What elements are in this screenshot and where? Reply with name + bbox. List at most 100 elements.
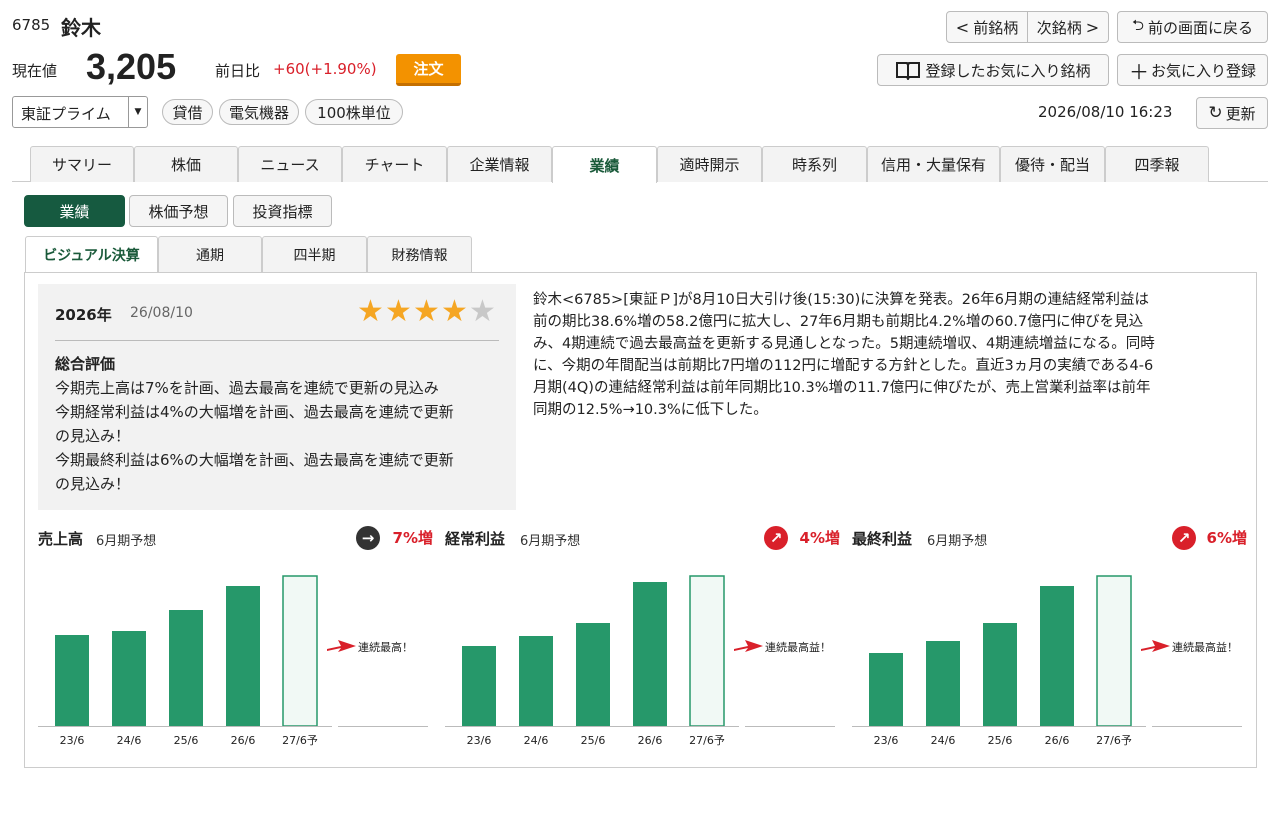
tab-visual-results[interactable]: ビジュアル決算 bbox=[25, 236, 158, 273]
x-tick-label: 23/6 bbox=[874, 734, 899, 747]
chart-change: 4%増 bbox=[799, 529, 840, 547]
article-line: み、4期連続で過去最高益を更新する見通しとなった。5期連続増収、4期連続増益にな… bbox=[533, 336, 1155, 352]
tab-quarter[interactable]: 四半期 bbox=[262, 236, 367, 272]
arrow-up-right-icon: ↗ bbox=[1172, 526, 1196, 550]
star-icon: ★ bbox=[413, 294, 440, 329]
tab-full-year[interactable]: 通期 bbox=[158, 236, 262, 272]
bar bbox=[462, 646, 496, 726]
timestamp: 2026/08/10 16:23 bbox=[1038, 103, 1173, 121]
chart-title: 売上高 bbox=[38, 530, 84, 548]
x-tick-label: 27/6予 bbox=[282, 734, 318, 747]
star-icon: ★ bbox=[441, 294, 468, 329]
subtab-indicators[interactable]: 投資指標 bbox=[233, 195, 332, 227]
summary-year: 2026年 bbox=[55, 306, 112, 324]
tab-price[interactable]: 株価 bbox=[134, 146, 238, 182]
star-icon: ★ bbox=[357, 294, 384, 329]
article-line: 前の期比38.6%増の58.2億円に拡大し、27年6月期も前期比4.2%増の60… bbox=[533, 314, 1144, 330]
chart-sales: 売上高 6月期予想 → 7%増 23/6 24/6 25/6 26/6 27/6予 連続最… bbox=[38, 524, 433, 754]
watchlist-button[interactable]: 登録したお気に入り銘柄 bbox=[877, 54, 1109, 86]
x-tick-label: 24/6 bbox=[524, 734, 549, 747]
x-tick-label: 23/6 bbox=[467, 734, 492, 747]
arrow-up-right-icon: ↗ bbox=[764, 526, 788, 550]
price-label: 現在値 bbox=[12, 62, 58, 80]
bar bbox=[926, 641, 960, 726]
tab-news[interactable]: ニュース bbox=[238, 146, 342, 182]
chart-ordinary-profit-svg: 23/6 24/6 25/6 26/6 27/6予 連続最高益！ bbox=[445, 575, 835, 747]
forecast-bar bbox=[1096, 575, 1132, 727]
back-button[interactable]: ⮌ 前の画面に戻る bbox=[1117, 11, 1268, 43]
refresh-label: 更新 bbox=[1225, 104, 1256, 123]
chevron-down-icon: ▼ bbox=[128, 97, 147, 127]
subtab-forecast[interactable]: 株価予想 bbox=[129, 195, 228, 227]
chart-title: 経常利益 bbox=[445, 530, 506, 548]
arrow-right-icon: → bbox=[356, 526, 380, 550]
refresh-icon: ↻ bbox=[1208, 103, 1223, 123]
x-tick-label: 24/6 bbox=[931, 734, 956, 747]
change-label: 前日比 bbox=[215, 62, 261, 80]
x-tick-label: 26/6 bbox=[1045, 734, 1070, 747]
prev-stock-button[interactable]: < 前銘柄 bbox=[946, 11, 1028, 43]
red-arrow-icon bbox=[1141, 640, 1170, 652]
chart-subtitle: 6月期予想 bbox=[96, 534, 157, 549]
chart-net-profit-svg: 23/6 24/6 25/6 26/6 27/6予 連続最高益！ bbox=[852, 575, 1242, 747]
chart-sales-svg: 23/6 24/6 25/6 26/6 27/6予 連続最高！ bbox=[38, 575, 428, 747]
chevron-left-icon: < bbox=[955, 17, 970, 37]
chart-subtitle: 6月期予想 bbox=[520, 534, 581, 549]
chart-change: 7%増 bbox=[392, 529, 433, 547]
market-select[interactable]: 東証プライム ▼ bbox=[12, 96, 148, 128]
book-icon bbox=[895, 60, 921, 82]
summary-line: 今期最終利益は6%の大幅増を計画、過去最高を連続で更新 bbox=[55, 451, 454, 469]
add-favorite-button[interactable]: ＋ お気に入り登録 bbox=[1117, 54, 1268, 86]
tab-margin[interactable]: 信用・大量保有 bbox=[867, 146, 1000, 182]
summary-divider bbox=[55, 340, 499, 341]
tab-dividend[interactable]: 優待・配当 bbox=[1000, 146, 1105, 182]
tag-industry: 電気機器 bbox=[219, 99, 299, 125]
chart-header: 売上高 6月期予想 → 7%増 bbox=[38, 524, 433, 552]
article-line: 鈴木<6785>[東証Ｐ]が8月10日大引け後(15:30)に決算を発表。26年… bbox=[533, 292, 1149, 308]
tab-disclosure[interactable]: 適時開示 bbox=[657, 146, 762, 182]
bar bbox=[869, 653, 903, 726]
x-tick-label: 25/6 bbox=[581, 734, 606, 747]
bar bbox=[1040, 586, 1074, 726]
subtab-earnings[interactable]: 業績 bbox=[24, 195, 125, 227]
x-tick-label: 27/6予 bbox=[689, 734, 725, 747]
forecast-bar bbox=[689, 575, 725, 727]
tab-company[interactable]: 企業情報 bbox=[447, 146, 552, 182]
bar bbox=[576, 623, 610, 726]
tab-quarterly-report[interactable]: 四季報 bbox=[1105, 146, 1209, 182]
watchlist-label: 登録したお気に入り銘柄 bbox=[925, 61, 1091, 80]
refresh-button[interactable]: ↻ 更新 bbox=[1196, 97, 1268, 129]
summary-line: の見込み！ bbox=[55, 475, 131, 493]
back-label: 前の画面に戻る bbox=[1148, 18, 1254, 37]
summary-heading: 総合評価 bbox=[55, 355, 116, 373]
bar bbox=[983, 623, 1017, 726]
star-icon: ★ bbox=[385, 294, 412, 329]
tab-timeseries[interactable]: 時系列 bbox=[762, 146, 867, 182]
chart-title: 最終利益 bbox=[852, 530, 913, 548]
return-icon: ⮌ bbox=[1131, 15, 1144, 34]
plus-icon: ＋ bbox=[1128, 59, 1149, 84]
chart-annotation: 連続最高益！ bbox=[1172, 640, 1238, 654]
next-stock-label: 次銘柄 bbox=[1036, 18, 1082, 37]
bar bbox=[633, 582, 667, 726]
tab-financials[interactable]: 財務情報 bbox=[367, 236, 472, 272]
tab-chart[interactable]: チャート bbox=[342, 146, 447, 182]
order-button[interactable]: 注文 bbox=[396, 54, 461, 86]
prev-stock-label: 前銘柄 bbox=[973, 18, 1019, 37]
red-arrow-icon bbox=[327, 640, 356, 652]
tag-unit: 100株単位 bbox=[305, 99, 403, 125]
star-empty-icon: ★ bbox=[469, 294, 496, 329]
next-stock-button[interactable]: 次銘柄 > bbox=[1027, 11, 1109, 43]
chart-header: 最終利益 6月期予想 ↗ 6%増 bbox=[852, 524, 1247, 552]
tab-summary[interactable]: サマリー bbox=[30, 146, 134, 182]
bar bbox=[169, 610, 203, 726]
tab-earnings[interactable]: 業績 bbox=[552, 146, 657, 183]
x-tick-label: 24/6 bbox=[117, 734, 142, 747]
red-arrow-icon bbox=[734, 640, 763, 652]
summary-line: 今期売上高は7%を計画、過去最高を連続で更新の見込み bbox=[55, 379, 439, 397]
current-price: 3,205 bbox=[86, 46, 177, 87]
bar bbox=[519, 636, 553, 726]
add-favorite-label: お気に入り登録 bbox=[1150, 61, 1256, 80]
x-tick-label: 23/6 bbox=[60, 734, 85, 747]
chart-annotation: 連続最高益！ bbox=[765, 640, 831, 654]
